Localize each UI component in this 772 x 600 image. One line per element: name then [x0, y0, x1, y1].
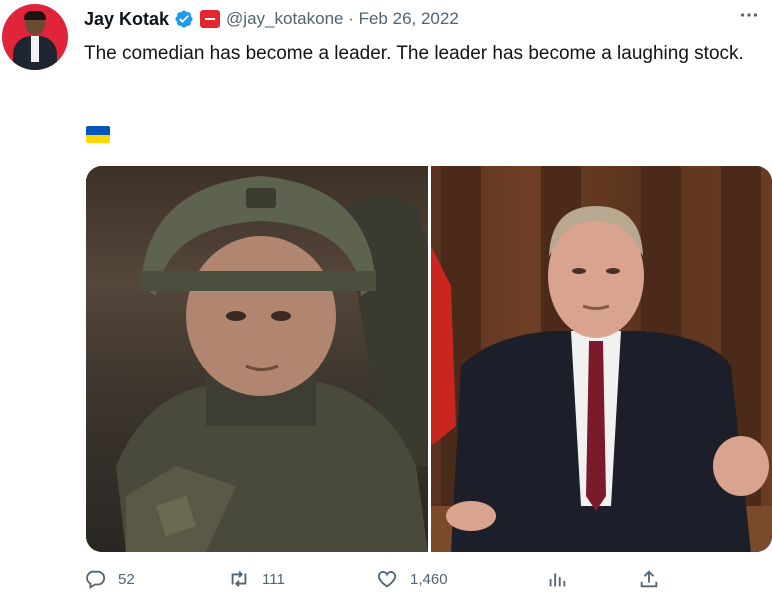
views-icon	[549, 573, 566, 587]
tweet-media[interactable]	[86, 166, 772, 552]
author-avatar[interactable]	[2, 4, 68, 70]
retweet-icon	[231, 571, 247, 587]
photo-man-at-desk[interactable]	[431, 166, 772, 552]
reply-count: 52	[118, 570, 135, 588]
author-name[interactable]: Jay Kotak	[84, 9, 169, 30]
flag-yellow-stripe	[86, 134, 110, 143]
tweet-header: Jay Kotak @jay_kotakone · Feb 26, 2022	[84, 6, 772, 32]
more-icon[interactable]	[738, 4, 760, 31]
tweet-actions: 52 111 1,460	[80, 568, 680, 598]
reply-icon	[86, 570, 106, 589]
like-icon	[377, 571, 397, 588]
reply-button[interactable]: 52	[84, 568, 135, 590]
affiliate-badge-icon	[200, 10, 221, 28]
soldier-illustration	[116, 176, 428, 552]
like-button[interactable]: 1,460	[376, 568, 448, 590]
verified-badge-icon	[175, 10, 193, 28]
avatar-figure-hair	[24, 11, 46, 20]
share-icon	[640, 570, 658, 588]
tweet-text: The comedian has become a leader. The le…	[84, 43, 744, 64]
ukraine-flag-emoji	[86, 126, 110, 143]
handle-and-date[interactable]: @jay_kotakone · Feb 26, 2022	[226, 9, 459, 29]
avatar-figure-shirt	[31, 36, 39, 62]
like-count: 1,460	[410, 570, 448, 588]
speaker-illustration	[431, 166, 772, 552]
share-button[interactable]	[638, 568, 660, 590]
photo-soldier-in-helmet[interactable]	[86, 166, 428, 552]
views-button[interactable]	[546, 568, 568, 590]
retweet-count: 111	[262, 570, 285, 588]
flag-blue-stripe	[86, 126, 110, 135]
retweet-button[interactable]: 111	[228, 568, 285, 590]
